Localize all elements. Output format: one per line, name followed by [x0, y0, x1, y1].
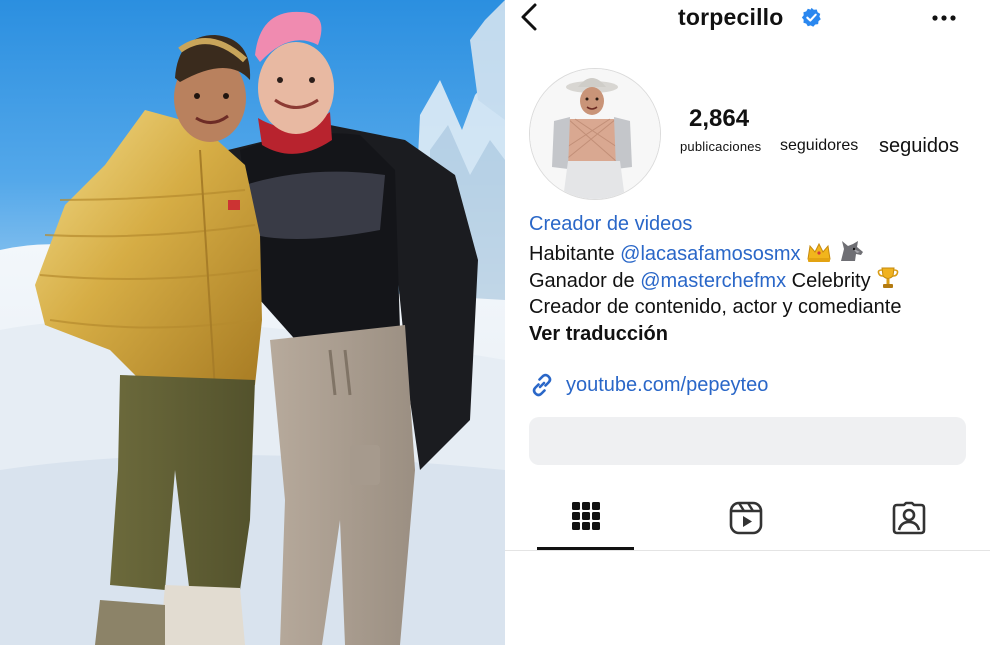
mention-masterchefmx[interactable]: @masterchefmx [640, 270, 786, 292]
verified-badge-icon [801, 7, 821, 27]
external-link[interactable]: youtube.com/pepeyteo [529, 371, 768, 399]
wolf-icon [840, 240, 863, 261]
see-translation-link[interactable]: Ver traducción [529, 321, 901, 349]
followers-button[interactable]: seguidores [780, 137, 858, 155]
reels-icon [729, 501, 762, 535]
mention-lacasafamososmx[interactable]: @lacasafamososmx [620, 243, 800, 265]
avatar-illustration [530, 69, 660, 199]
chain-link-icon [532, 373, 552, 397]
profile-avatar[interactable] [529, 68, 661, 200]
profile-photo [0, 0, 505, 645]
following-button[interactable]: seguidos [879, 135, 959, 158]
tab-posts-grid[interactable] [537, 490, 634, 548]
chevron-left-icon [521, 3, 537, 31]
highlights-placeholder [529, 417, 966, 465]
bio-line-1-prefix: Habitante [529, 242, 621, 265]
external-link-url: youtube.com/pepeyteo [566, 373, 769, 396]
profile-bio: Creador de videos Habitante @lacasafamos… [529, 211, 901, 349]
profile-panel: torpecillo 2,864 publicaciones seguidore… [505, 0, 990, 645]
posts-count: 2,864 [689, 105, 750, 132]
photo-illustration [0, 0, 505, 645]
posts-label: publicaciones [680, 139, 762, 154]
bio-line-2-suffix: Celebrity [786, 270, 871, 292]
bio-line-3: Creador de contenido, actor y comediante [529, 295, 902, 318]
tab-tagged[interactable] [860, 490, 957, 548]
back-button[interactable] [515, 2, 545, 32]
tab-reels[interactable] [697, 490, 794, 548]
more-options-button[interactable] [930, 10, 960, 26]
profile-tabs [505, 490, 990, 550]
crown-icon [807, 242, 831, 262]
profile-username: torpecillo [678, 4, 784, 30]
bio-line-1: Habitante @lacasafamososmx [529, 239, 901, 267]
grid-icon [571, 502, 600, 530]
more-dots-icon [932, 15, 956, 21]
tagged-user-icon [892, 501, 925, 535]
bio-category: Creador de videos [529, 213, 693, 235]
trophy-icon [877, 267, 899, 288]
bio-line-2: Ganador de @masterchefmx Celebrity [529, 266, 901, 294]
tabs-divider [505, 550, 990, 551]
bio-line-2-prefix: Ganador de [529, 270, 641, 292]
top-bar: torpecillo [505, 0, 990, 36]
